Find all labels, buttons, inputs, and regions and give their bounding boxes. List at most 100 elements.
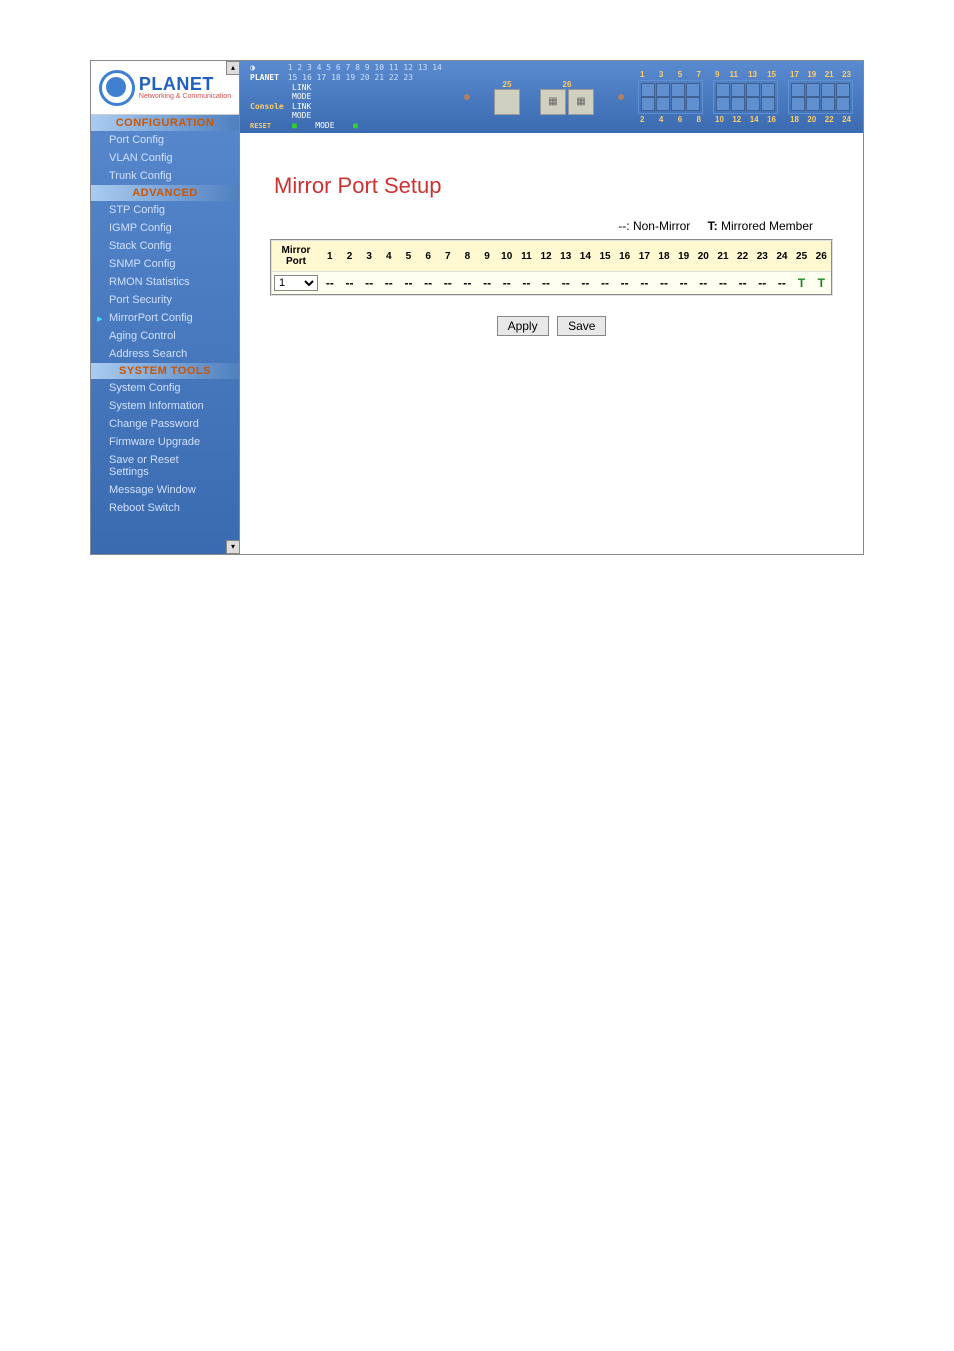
- port-status-18[interactable]: --: [654, 272, 674, 294]
- content-body: Mirror Port Setup --: Non-Mirror T: Mirr…: [240, 133, 863, 554]
- port-header-19: 19: [674, 245, 694, 268]
- sidebar: ▴ PLANET Networking & Communication CONF…: [91, 61, 240, 554]
- port-status-13[interactable]: --: [556, 272, 576, 294]
- port-header-10: 10: [497, 245, 517, 268]
- port-status-15[interactable]: --: [595, 272, 615, 294]
- port-status-10[interactable]: --: [497, 272, 517, 294]
- port-status-4[interactable]: --: [379, 272, 399, 294]
- port-header-20: 20: [693, 245, 713, 268]
- button-row: Apply Save: [260, 316, 843, 336]
- nav-rmon-statistics[interactable]: RMON Statistics: [91, 273, 239, 291]
- port-status-24[interactable]: --: [772, 272, 792, 294]
- port-nums-top-3: 17192123: [788, 70, 853, 79]
- port-status-8[interactable]: --: [458, 272, 478, 294]
- port-status-19[interactable]: --: [674, 272, 694, 294]
- port-status-12[interactable]: --: [536, 272, 556, 294]
- expansion-slots: 25 26 ▦▦: [494, 80, 594, 115]
- logo-subtitle: Networking & Communication: [139, 93, 231, 100]
- nav-address-search[interactable]: Address Search: [91, 345, 239, 363]
- panel-indicator-icon: [464, 94, 470, 100]
- legend-mirrored-key: T:: [708, 219, 718, 233]
- nav-message-window[interactable]: Message Window: [91, 481, 239, 499]
- port-status-11[interactable]: --: [517, 272, 537, 294]
- panel-info: ◑ PLANET 1 2 3 4 5 6 7 8 9 10 11 12 13 1…: [250, 63, 450, 130]
- port-status-9[interactable]: --: [477, 272, 497, 294]
- nav-stp-config[interactable]: STP Config: [91, 201, 239, 219]
- nav-trunk-config[interactable]: Trunk Config: [91, 167, 239, 185]
- port-status-25[interactable]: T: [792, 272, 812, 294]
- nav-reboot-switch[interactable]: Reboot Switch: [91, 499, 239, 517]
- port-header-16: 16: [615, 245, 635, 268]
- port-nums-bottom-2: 10121416: [713, 115, 778, 124]
- switch-panel: ◑ PLANET 1 2 3 4 5 6 7 8 9 10 11 12 13 1…: [240, 61, 863, 133]
- port-status-26[interactable]: T: [811, 272, 831, 294]
- mirror-table: Mirror Port 1234567891011121314151617181…: [270, 239, 833, 296]
- port-status-3[interactable]: --: [359, 272, 379, 294]
- port-header-7: 7: [438, 245, 458, 268]
- port-status-14[interactable]: --: [576, 272, 596, 294]
- port-status-21[interactable]: --: [713, 272, 733, 294]
- port-status-6[interactable]: --: [418, 272, 438, 294]
- port-status-16[interactable]: --: [615, 272, 635, 294]
- port-status-23[interactable]: --: [752, 272, 772, 294]
- nav-system-config[interactable]: System Config: [91, 379, 239, 397]
- logo-area: PLANET Networking & Communication: [91, 61, 239, 115]
- port-header-24: 24: [772, 245, 792, 268]
- scroll-up-icon[interactable]: ▴: [226, 61, 240, 75]
- nav-aging-control[interactable]: Aging Control: [91, 327, 239, 345]
- port-header-15: 15: [595, 245, 615, 268]
- port-status-5[interactable]: --: [399, 272, 419, 294]
- port-status-2[interactable]: --: [340, 272, 360, 294]
- main-area: ◑ PLANET 1 2 3 4 5 6 7 8 9 10 11 12 13 1…: [240, 61, 863, 554]
- save-button[interactable]: Save: [557, 316, 606, 336]
- port-header-6: 6: [418, 245, 438, 268]
- nav-vlan-config[interactable]: VLAN Config: [91, 149, 239, 167]
- port-header-12: 12: [536, 245, 556, 268]
- port-status-17[interactable]: --: [635, 272, 655, 294]
- port-status-1[interactable]: --: [320, 272, 340, 294]
- expansion-slot-26a: ▦: [540, 89, 566, 115]
- nav-header-configuration: CONFIGURATION: [91, 115, 239, 131]
- port-header-25: 25: [792, 245, 812, 268]
- table-data-row: 1 --------------------------------------…: [272, 272, 831, 294]
- legend-mirrored-label: Mirrored Member: [721, 219, 813, 233]
- nav-snmp-config[interactable]: SNMP Config: [91, 255, 239, 273]
- port-nums-bottom-1: 2468: [638, 115, 703, 124]
- nav-igmp-config[interactable]: IGMP Config: [91, 219, 239, 237]
- nav-port-security[interactable]: Port Security: [91, 291, 239, 309]
- expansion-slot-26b: ▦: [568, 89, 594, 115]
- port-header-14: 14: [576, 245, 596, 268]
- port-nums-bottom-3: 18202224: [788, 115, 853, 124]
- port-header-1: 1: [320, 245, 340, 268]
- port-groups: 1357 2468 9111315 10121416 17192123 1820…: [638, 70, 853, 124]
- port-header-4: 4: [379, 245, 399, 268]
- legend-nonmirror-label: Non-Mirror: [633, 219, 690, 233]
- nav-save-reset-settings[interactable]: Save or Reset Settings: [91, 451, 239, 481]
- legend: --: Non-Mirror T: Mirrored Member: [260, 219, 843, 233]
- expansion-slot-25: [494, 89, 520, 115]
- port-header-21: 21: [713, 245, 733, 268]
- mirror-port-header: Mirror Port: [272, 241, 320, 271]
- logo-icon: [99, 70, 135, 106]
- nav-firmware-upgrade[interactable]: Firmware Upgrade: [91, 433, 239, 451]
- port-status-22[interactable]: --: [733, 272, 753, 294]
- slot-label-25: 25: [503, 80, 512, 89]
- scroll-down-icon[interactable]: ▾: [226, 540, 240, 554]
- port-header-22: 22: [733, 245, 753, 268]
- port-status-7[interactable]: --: [438, 272, 458, 294]
- port-status-20[interactable]: --: [693, 272, 713, 294]
- port-header-5: 5: [399, 245, 419, 268]
- mirror-port-select[interactable]: 1: [274, 275, 318, 291]
- nav-change-password[interactable]: Change Password: [91, 415, 239, 433]
- page-title: Mirror Port Setup: [260, 173, 843, 199]
- port-header-13: 13: [556, 245, 576, 268]
- nav-port-config[interactable]: Port Config: [91, 131, 239, 149]
- nav-system-information[interactable]: System Information: [91, 397, 239, 415]
- table-header-row: Mirror Port 1234567891011121314151617181…: [272, 241, 831, 272]
- port-header-3: 3: [359, 245, 379, 268]
- legend-nonmirror-key: --:: [618, 219, 629, 233]
- logo: PLANET Networking & Communication: [99, 70, 231, 106]
- nav-stack-config[interactable]: Stack Config: [91, 237, 239, 255]
- nav-mirrorport-config[interactable]: MirrorPort Config: [91, 309, 239, 327]
- apply-button[interactable]: Apply: [497, 316, 549, 336]
